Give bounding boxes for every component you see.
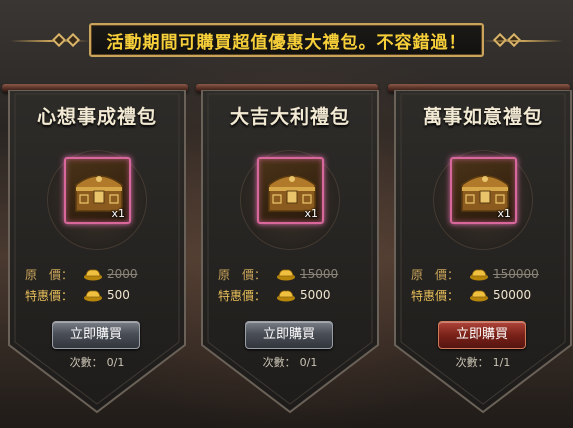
pack-title: 心想事成禮包 bbox=[36, 106, 157, 128]
original-price-label: 原 價： bbox=[218, 267, 267, 282]
special-price-value: 50000 bbox=[493, 288, 532, 302]
purchase-count: 次數： 0/1 bbox=[200, 354, 380, 370]
special-price-value: 500 bbox=[107, 288, 130, 302]
gift-pack-card: 萬事如意禮包 x1 原 價： 150000 特惠價： 50000 立即購買 次數… bbox=[393, 90, 573, 415]
special-price-row: 特惠價： 500 bbox=[25, 286, 175, 304]
buy-now-button[interactable]: 立即購買 bbox=[245, 321, 333, 349]
item-quantity: x1 bbox=[497, 207, 511, 220]
original-price-value: 15000 bbox=[300, 267, 339, 281]
header-banner: 活動期間可購買超值優惠大禮包。不容錯過！ bbox=[0, 0, 573, 78]
banner-box: 活動期間可購買超值優惠大禮包。不容錯過！ bbox=[89, 23, 484, 57]
purchase-count-label: 次數： bbox=[69, 356, 103, 369]
original-price-label: 原 價： bbox=[25, 267, 74, 282]
original-price-value: 2000 bbox=[107, 267, 138, 281]
item-slot[interactable]: x1 bbox=[64, 157, 131, 224]
original-price-value: 150000 bbox=[493, 267, 539, 281]
gift-pack-card: 心想事成禮包 x1 原 價： 2000 特惠價： 500 立即購買 次數： 0/1 bbox=[7, 90, 187, 415]
item-quantity: x1 bbox=[304, 207, 318, 220]
purchase-count-label: 次數： bbox=[262, 356, 296, 369]
special-price-label: 特惠價： bbox=[218, 288, 267, 303]
pack-title: 大吉大利禮包 bbox=[229, 106, 350, 128]
diamond-ornament-icon bbox=[51, 32, 67, 48]
original-price-row: 原 價： 15000 bbox=[218, 265, 368, 283]
gold-ingot-icon bbox=[277, 290, 295, 302]
pack-title: 萬事如意禮包 bbox=[422, 106, 543, 128]
gold-ingot-icon bbox=[277, 269, 295, 281]
purchase-count-label: 次數： bbox=[455, 356, 489, 369]
special-price-value: 5000 bbox=[300, 288, 331, 302]
special-price-label: 特惠價： bbox=[411, 288, 460, 303]
gold-ingot-icon bbox=[84, 290, 102, 302]
banner-text: 活動期間可購買超值優惠大禮包。不容錯過！ bbox=[106, 32, 467, 53]
buy-now-button[interactable]: 立即購買 bbox=[52, 321, 140, 349]
original-price-row: 原 價： 2000 bbox=[25, 265, 175, 283]
purchase-count-value: 1/1 bbox=[492, 356, 511, 369]
special-price-label: 特惠價： bbox=[25, 288, 74, 303]
gift-pack-card: 大吉大利禮包 x1 原 價： 15000 特惠價： 5000 立即購買 次數： 0… bbox=[200, 90, 380, 415]
special-price-row: 特惠價： 50000 bbox=[411, 286, 561, 304]
banner-decor-line-right bbox=[483, 40, 563, 42]
item-slot[interactable]: x1 bbox=[257, 157, 324, 224]
buy-now-button[interactable]: 立即購買 bbox=[438, 321, 526, 349]
purchase-count: 次數： 0/1 bbox=[7, 354, 187, 370]
original-price-row: 原 價： 150000 bbox=[411, 265, 561, 283]
original-price-label: 原 價： bbox=[411, 267, 460, 282]
diamond-ornament-icon bbox=[65, 32, 81, 48]
gold-ingot-icon bbox=[470, 290, 488, 302]
gold-ingot-icon bbox=[84, 269, 102, 281]
purchase-count-value: 0/1 bbox=[106, 356, 125, 369]
special-price-row: 特惠價： 5000 bbox=[218, 286, 368, 304]
gold-ingot-icon bbox=[470, 269, 488, 281]
item-slot[interactable]: x1 bbox=[450, 157, 517, 224]
purchase-count: 次數： 1/1 bbox=[393, 354, 573, 370]
item-quantity: x1 bbox=[111, 207, 125, 220]
purchase-count-value: 0/1 bbox=[299, 356, 318, 369]
